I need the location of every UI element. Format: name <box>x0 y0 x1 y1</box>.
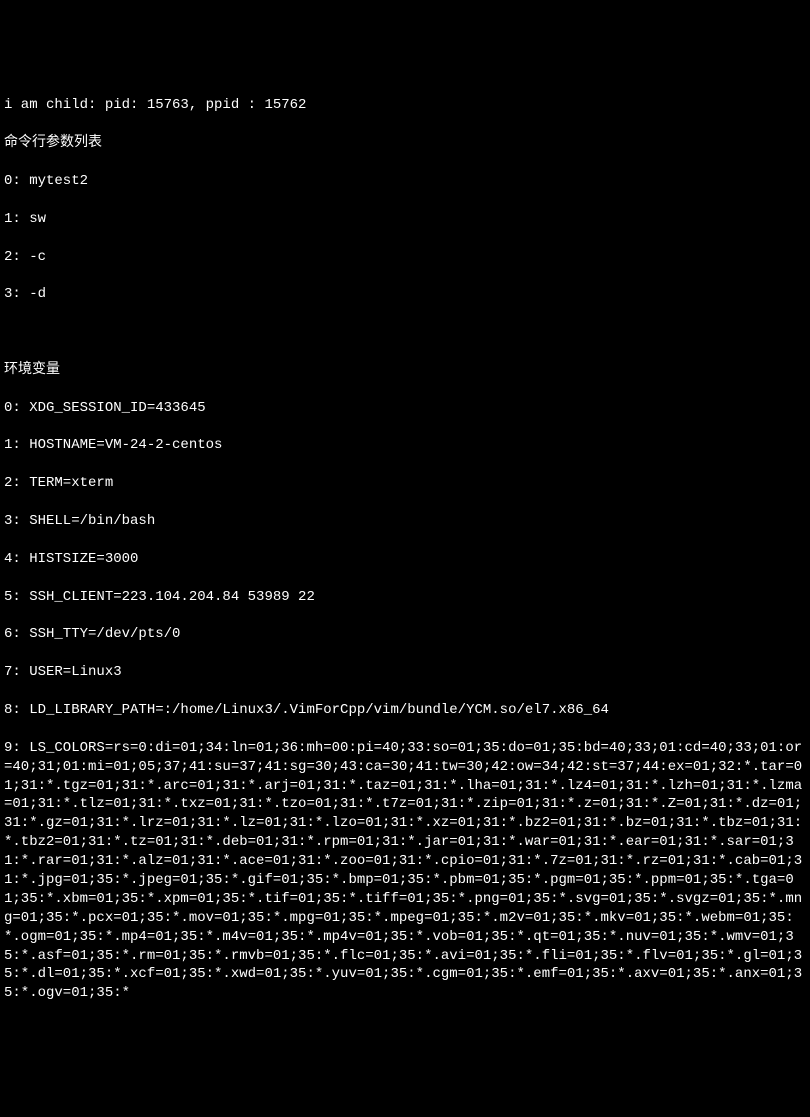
child-process-info: i am child: pid: 15763, ppid : 15762 <box>4 96 806 115</box>
env-var-line: 2: TERM=xterm <box>4 474 806 493</box>
arg-line: 1: sw <box>4 210 806 229</box>
arg-line: 3: -d <box>4 285 806 304</box>
env-var-line: 4: HISTSIZE=3000 <box>4 550 806 569</box>
env-var-line: 6: SSH_TTY=/dev/pts/0 <box>4 625 806 644</box>
arg-line: 0: mytest2 <box>4 172 806 191</box>
env-var-line: 0: XDG_SESSION_ID=433645 <box>4 399 806 418</box>
terminal-output: i am child: pid: 15763, ppid : 15762 命令行… <box>4 78 806 1023</box>
arg-line: 2: -c <box>4 248 806 267</box>
env-var-line: 8: LD_LIBRARY_PATH=:/home/Linux3/.VimFor… <box>4 701 806 720</box>
args-title: 命令行参数列表 <box>4 134 806 153</box>
env-var-line: 1: HOSTNAME=VM-24-2-centos <box>4 436 806 455</box>
env-var-line: 5: SSH_CLIENT=223.104.204.84 53989 22 <box>4 588 806 607</box>
env-var-line: 7: USER=Linux3 <box>4 663 806 682</box>
ls-colors-line: 9: LS_COLORS=rs=0:di=01;34:ln=01;36:mh=0… <box>4 739 806 1003</box>
env-title: 环境变量 <box>4 361 806 380</box>
blank-line <box>4 323 806 342</box>
env-var-line: 3: SHELL=/bin/bash <box>4 512 806 531</box>
